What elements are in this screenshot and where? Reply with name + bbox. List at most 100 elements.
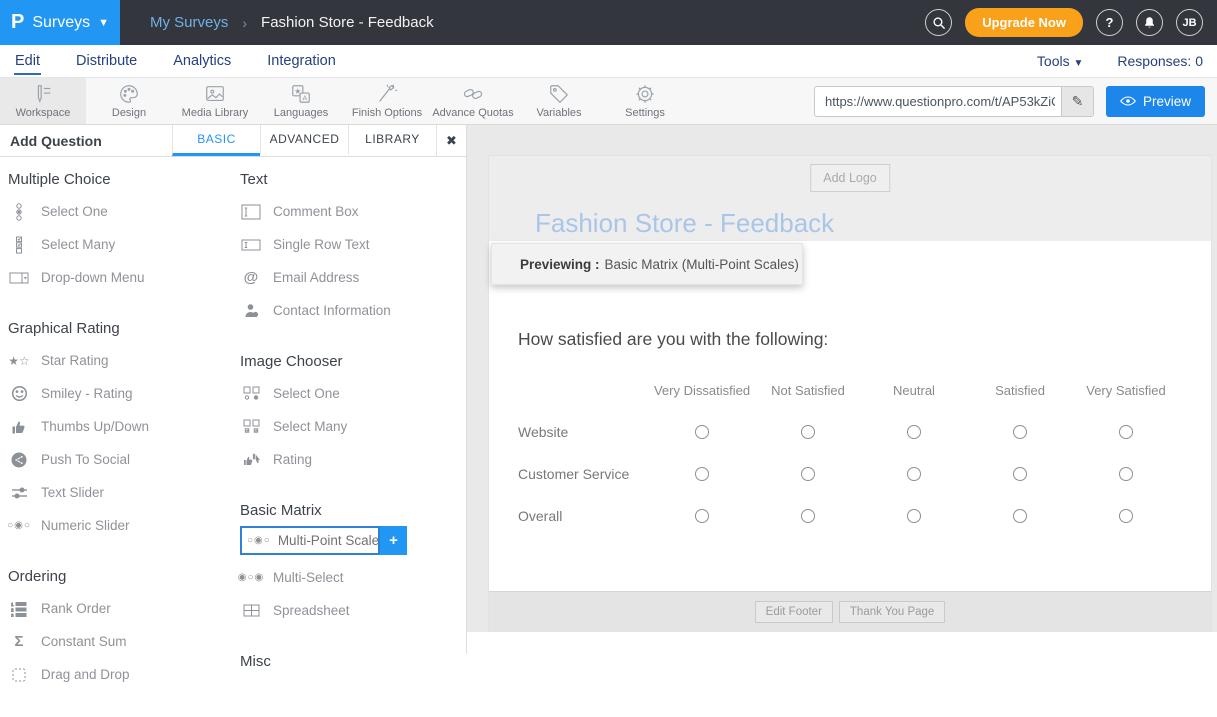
qtype-star-rating[interactable]: ★☆ Star Rating <box>8 344 230 377</box>
matrix-column-header: Not Satisfied <box>755 383 861 398</box>
thumb-up-icon <box>8 419 30 435</box>
radio-button[interactable] <box>801 425 815 439</box>
section-ordering: Ordering <box>8 568 230 585</box>
toolbar-workspace[interactable]: Workspace <box>0 78 86 124</box>
breadcrumb-my-surveys[interactable]: My Surveys <box>150 14 228 31</box>
responses-count[interactable]: Responses: 0 <box>1117 53 1203 69</box>
matrix-column-header: Very Satisfied <box>1073 383 1179 398</box>
tab-basic[interactable]: BASIC <box>172 125 260 156</box>
thank-you-page-button[interactable]: Thank You Page <box>839 601 945 623</box>
survey-nav-bar: Edit Distribute Analytics Integration To… <box>0 45 1217 78</box>
qtype-comment-box[interactable]: Comment Box <box>240 195 462 228</box>
matrix-column-header: Neutral <box>861 383 967 398</box>
qtype-single-row-text[interactable]: Single Row Text <box>240 228 462 261</box>
radio-button[interactable] <box>1013 509 1027 523</box>
qtype-dropdown-menu[interactable]: Drop-down Menu <box>8 261 230 294</box>
qtype-numeric-slider[interactable]: ○◉○ Numeric Slider <box>8 509 230 542</box>
questionpro-logo-icon: P <box>11 11 24 34</box>
tab-analytics[interactable]: Analytics <box>172 47 232 75</box>
add-question-button[interactable]: + <box>380 526 407 555</box>
multipoint-circles-icon: ○◉○ <box>8 520 30 531</box>
qtype-image-rating[interactable]: Rating <box>240 443 462 476</box>
single-row-text-icon <box>240 239 262 251</box>
radio-button[interactable] <box>1119 467 1133 481</box>
radio-button[interactable] <box>1119 425 1133 439</box>
radio-stack-icon <box>8 203 30 221</box>
tab-edit[interactable]: Edit <box>14 47 41 75</box>
tab-distribute[interactable]: Distribute <box>75 47 138 75</box>
avatar[interactable]: JB <box>1176 9 1203 36</box>
qtype-push-to-social[interactable]: Push To Social <box>8 443 230 476</box>
edit-url-button[interactable]: ✎ <box>1061 87 1093 116</box>
qtype-spreadsheet[interactable]: Spreadsheet <box>240 594 462 627</box>
toolbar-media-library[interactable]: Media Library <box>172 78 258 124</box>
radio-button[interactable] <box>907 467 921 481</box>
toolbar-finish-options[interactable]: Finish Options <box>344 78 430 124</box>
qtype-multi-point-scales-selected[interactable]: ○◉○ Multi-Point Scales + <box>240 526 462 555</box>
radio-button[interactable] <box>695 425 709 439</box>
share-icon <box>8 452 30 468</box>
section-basic-matrix: Basic Matrix <box>240 502 462 519</box>
product-name: Surveys <box>32 14 90 32</box>
upgrade-now-button[interactable]: Upgrade Now <box>965 8 1083 37</box>
qtype-thumbs-up-down[interactable]: Thumbs Up/Down <box>8 410 230 443</box>
qtype-constant-sum[interactable]: Σ Constant Sum <box>8 625 230 658</box>
toolbar-languages[interactable]: A Languages <box>258 78 344 124</box>
toolbar-variables[interactable]: Variables <box>516 78 602 124</box>
radio-button[interactable] <box>695 467 709 481</box>
radio-button[interactable] <box>695 509 709 523</box>
brand-surveys-menu[interactable]: P Surveys ▼ <box>0 0 120 45</box>
survey-preview-region: Add Logo Fashion Store - Feedback Previe… <box>467 125 1217 654</box>
section-misc: Misc <box>240 653 462 670</box>
qtype-image-select-one[interactable]: Select One <box>240 377 462 410</box>
preview-button[interactable]: Preview <box>1106 86 1205 117</box>
close-panel-button[interactable]: ✖ <box>436 125 466 156</box>
help-button[interactable]: ? <box>1096 9 1123 36</box>
edit-toolbar: Workspace Design Media Library A Languag… <box>0 78 1217 125</box>
qtype-select-many[interactable]: Select Many <box>8 228 230 261</box>
notifications-button[interactable] <box>1136 9 1163 36</box>
survey-preview-container: Add Logo Fashion Store - Feedback Previe… <box>488 155 1212 632</box>
qtype-email-address[interactable]: @ Email Address <box>240 261 462 294</box>
at-sign-icon: @ <box>240 269 262 286</box>
tools-dropdown[interactable]: Tools ▼ <box>1037 53 1083 69</box>
survey-title[interactable]: Fashion Store - Feedback <box>535 208 834 239</box>
toolbar-design[interactable]: Design <box>86 78 172 124</box>
survey-url-input[interactable] <box>815 94 1061 109</box>
qtype-multi-select[interactable]: ◉○◉ Multi-Select <box>240 561 462 594</box>
palette-icon <box>118 83 140 105</box>
svg-text:A: A <box>302 93 307 102</box>
edit-footer-button[interactable]: Edit Footer <box>755 601 833 623</box>
multipoint-circles-icon: ○◉○ <box>247 535 271 546</box>
previewing-label: Previewing : <box>520 257 600 272</box>
search-button[interactable] <box>925 9 952 36</box>
qtype-text-slider[interactable]: Text Slider <box>8 476 230 509</box>
radio-button[interactable] <box>1013 467 1027 481</box>
radio-button[interactable] <box>907 509 921 523</box>
qtype-select-one[interactable]: Select One <box>8 195 230 228</box>
qtype-image-select-many[interactable]: Select Many <box>240 410 462 443</box>
matrix-row-label: Website <box>518 424 649 440</box>
toolbar-advance-quotas[interactable]: Advance Quotas <box>430 78 516 124</box>
tab-advanced[interactable]: ADVANCED <box>260 125 348 156</box>
radio-button[interactable] <box>801 509 815 523</box>
tab-integration[interactable]: Integration <box>266 47 337 75</box>
person-icon: + <box>240 303 262 318</box>
qtype-rank-order[interactable]: 123 Rank Order <box>8 592 230 625</box>
image-icon <box>204 83 226 105</box>
qtype-smiley-rating[interactable]: Smiley - Rating <box>8 377 230 410</box>
radio-button[interactable] <box>1013 425 1027 439</box>
radio-button[interactable] <box>1119 509 1133 523</box>
qtype-drag-and-drop[interactable]: Drag and Drop <box>8 658 230 691</box>
svg-text:+: + <box>254 312 257 317</box>
radio-button[interactable] <box>801 467 815 481</box>
add-logo-button[interactable]: Add Logo <box>810 164 890 192</box>
eye-icon <box>1120 95 1136 107</box>
svg-text:1: 1 <box>11 602 14 607</box>
tab-library[interactable]: LIBRARY <box>348 125 436 156</box>
previewing-tooltip: Previewing : Basic Matrix (Multi-Point S… <box>491 243 803 285</box>
qtype-contact-information[interactable]: + Contact Information <box>240 294 462 327</box>
radio-button[interactable] <box>907 425 921 439</box>
preview-background: Add Logo Fashion Store - Feedback Previe… <box>467 125 1217 632</box>
toolbar-settings[interactable]: Settings <box>602 78 688 124</box>
